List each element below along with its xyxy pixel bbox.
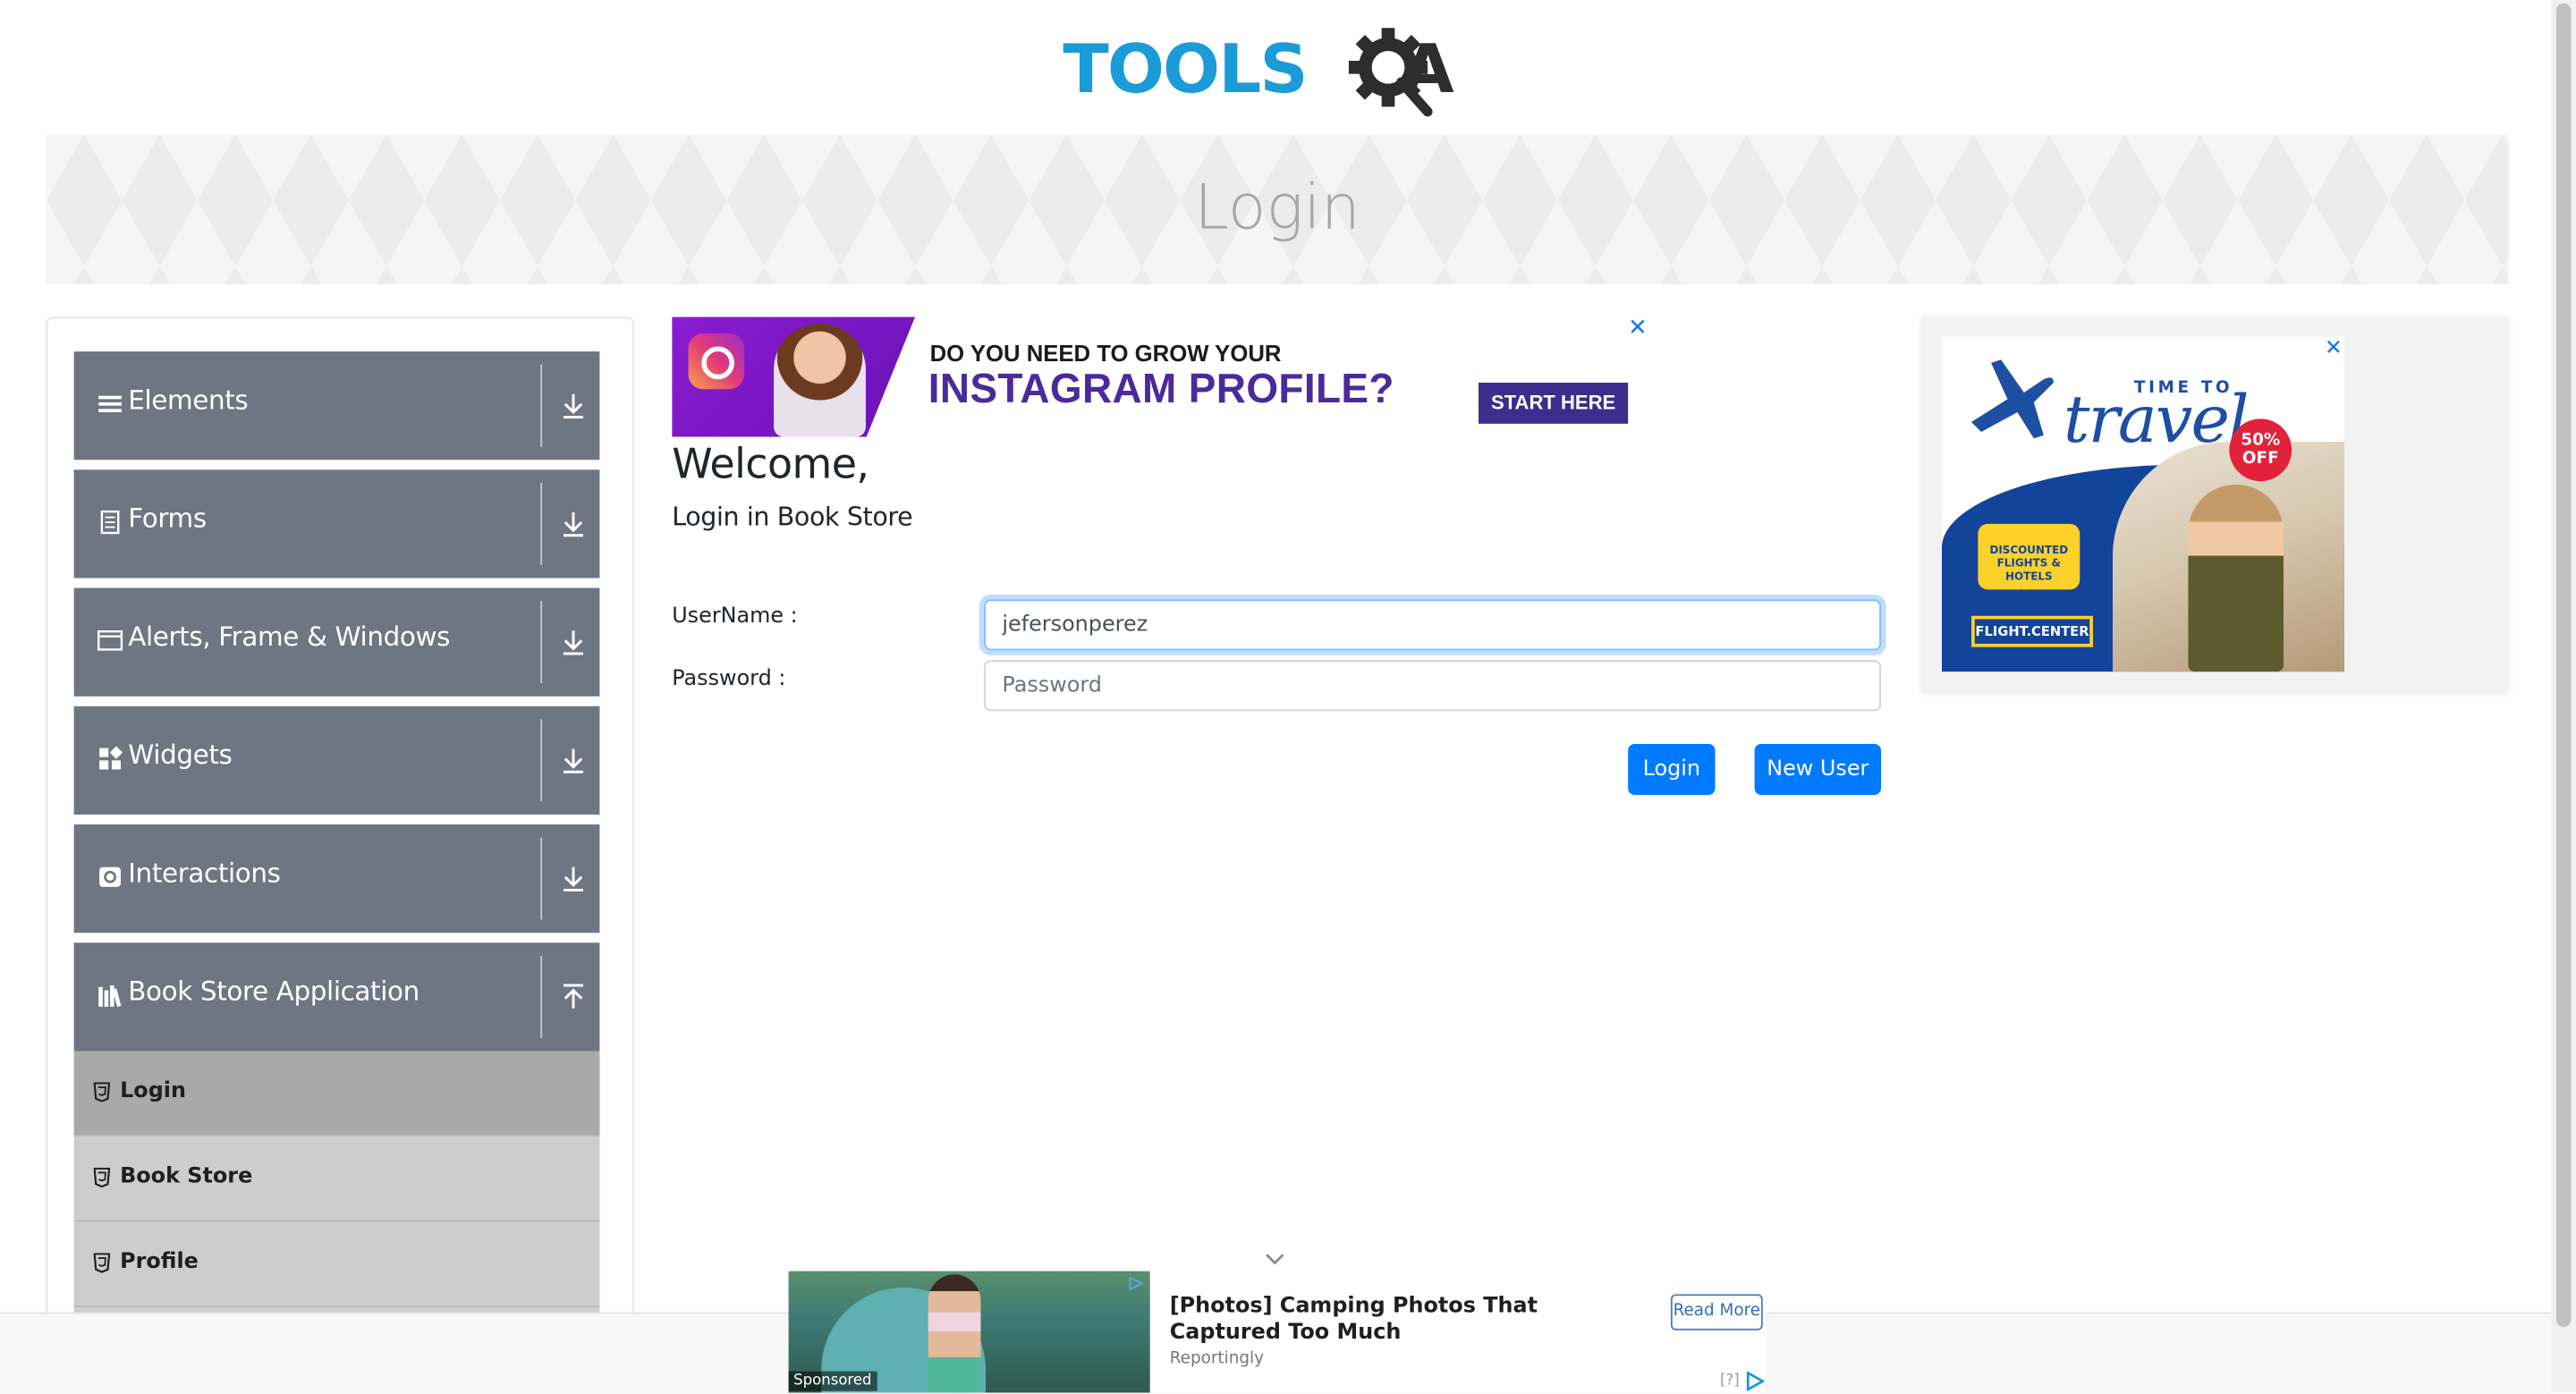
divider (540, 719, 543, 802)
airplane-icon (1971, 359, 2054, 439)
sidebar-group-elements[interactable]: Elements (73, 351, 600, 460)
page-title: Login (1194, 171, 1360, 243)
sidebar-item-label: Book Store (120, 1164, 253, 1189)
window-icon (97, 630, 123, 651)
hamburger-icon (98, 395, 122, 413)
upload-arrow-icon[interactable] (560, 982, 586, 1011)
left-sidebar: Elements Forms Alerts, Frame & Windows W… (46, 317, 634, 1338)
divider (540, 955, 543, 1038)
page-banner: Login (46, 134, 2509, 284)
sponsored-ad[interactable]: Sponsored [Photos] Camping Photos That C… (788, 1271, 1767, 1393)
password-label: Password : (672, 666, 786, 692)
html5-icon (93, 1082, 111, 1103)
sidebar-item-label: Login (120, 1078, 186, 1104)
right-ad-container: TIME TO travel 50% OFF DISCOUNTED FLIGHT… (1921, 317, 2509, 692)
ad-traveler-figure (2188, 484, 2284, 672)
login-subtitle: Login in Book Store (672, 503, 913, 533)
chevron-down-icon[interactable] (1263, 1252, 1286, 1268)
read-more-button[interactable]: Read More (1670, 1294, 1763, 1331)
download-arrow-icon[interactable] (560, 628, 586, 657)
scrollbar-thumb[interactable] (2555, 3, 2572, 1328)
login-button[interactable]: Login (1628, 744, 1716, 795)
ad-headline-line2: INSTAGRAM PROFILE? (928, 366, 1394, 413)
discount-badge: 50% OFF (2229, 418, 2292, 482)
gear-magnifier-icon (1348, 28, 1433, 117)
sidebar-group-interactions[interactable]: Interactions (73, 824, 600, 934)
sidebar-group-alerts[interactable]: Alerts, Frame & Windows (73, 587, 600, 697)
download-arrow-icon[interactable] (560, 391, 586, 420)
sponsored-label: Sponsored (788, 1371, 877, 1391)
password-input[interactable] (984, 660, 1882, 712)
sidebar-group-label: Forms (128, 503, 207, 534)
instagram-ad-banner[interactable]: DO YOU NEED TO GROW YOUR INSTAGRAM PROFI… (672, 316, 1651, 437)
html5-icon (93, 1167, 111, 1187)
divider (540, 482, 543, 565)
books-icon (98, 985, 122, 1008)
ad-help-link[interactable]: [?] (1720, 1373, 1740, 1389)
toolsqa-logo[interactable]: TOOLSA (1063, 20, 1498, 122)
travel-ad[interactable]: TIME TO travel 50% OFF DISCOUNTED FLIGHT… (1941, 336, 2344, 672)
sidebar-item-profile[interactable]: Profile (73, 1221, 600, 1308)
download-arrow-icon[interactable] (560, 746, 586, 775)
ad-start-here-button[interactable]: START HERE (1479, 382, 1629, 424)
ad-promo-bubble: DISCOUNTED FLIGHTS & HOTELS (1978, 523, 2080, 590)
sidebar-group-widgets[interactable]: Widgets (73, 705, 600, 815)
widgets-grid-icon (99, 746, 123, 770)
divider (540, 364, 543, 447)
instagram-icon (688, 333, 745, 390)
divider (540, 837, 543, 920)
logo-tools-text: TOOLS (1063, 30, 1308, 109)
sidebar-item-label: Profile (120, 1249, 199, 1275)
sidebar-group-label: Interactions (128, 857, 281, 889)
ad-source: Reportingly (1169, 1349, 1264, 1368)
download-arrow-icon[interactable] (560, 509, 586, 538)
ad-headline-line1: DO YOU NEED TO GROW YOUR (929, 340, 1282, 367)
sidebar-item-book-store[interactable]: Book Store (73, 1136, 600, 1222)
welcome-heading: Welcome, (672, 440, 869, 488)
interactions-icon (99, 866, 121, 887)
divider (540, 601, 543, 684)
ad-headline[interactable]: [Photos] Camping Photos That Captured To… (1170, 1294, 1647, 1347)
vertical-scrollbar[interactable] (2551, 0, 2576, 1393)
ad-close-icon[interactable]: ✕ (1628, 316, 1648, 342)
sidebar-group-label: Book Store Application (128, 975, 419, 1007)
html5-icon (93, 1253, 111, 1273)
sidebar-group-label: Widgets (128, 739, 233, 771)
ad-person-image (774, 323, 866, 437)
adchoices-icon[interactable] (1129, 1276, 1144, 1291)
sidebar-group-label: Alerts, Frame & Windows (128, 621, 451, 653)
sidebar-group-forms[interactable]: Forms (73, 469, 600, 579)
sidebar-item-login[interactable]: Login (73, 1051, 600, 1136)
form-list-icon (100, 510, 120, 535)
new-user-button[interactable]: New User (1754, 744, 1882, 795)
username-input[interactable] (984, 599, 1882, 651)
username-label: UserName : (672, 604, 798, 629)
sidebar-group-book-store[interactable]: Book Store Application (73, 942, 600, 1052)
sidebar-group-label: Elements (128, 384, 249, 416)
ad-close-icon[interactable]: ✕ (2325, 337, 2343, 362)
ad-brand-label: FLIGHT.CENTER (1971, 615, 2093, 647)
adchoices-play-icon[interactable] (1745, 1371, 1765, 1391)
download-arrow-icon[interactable] (560, 864, 586, 893)
